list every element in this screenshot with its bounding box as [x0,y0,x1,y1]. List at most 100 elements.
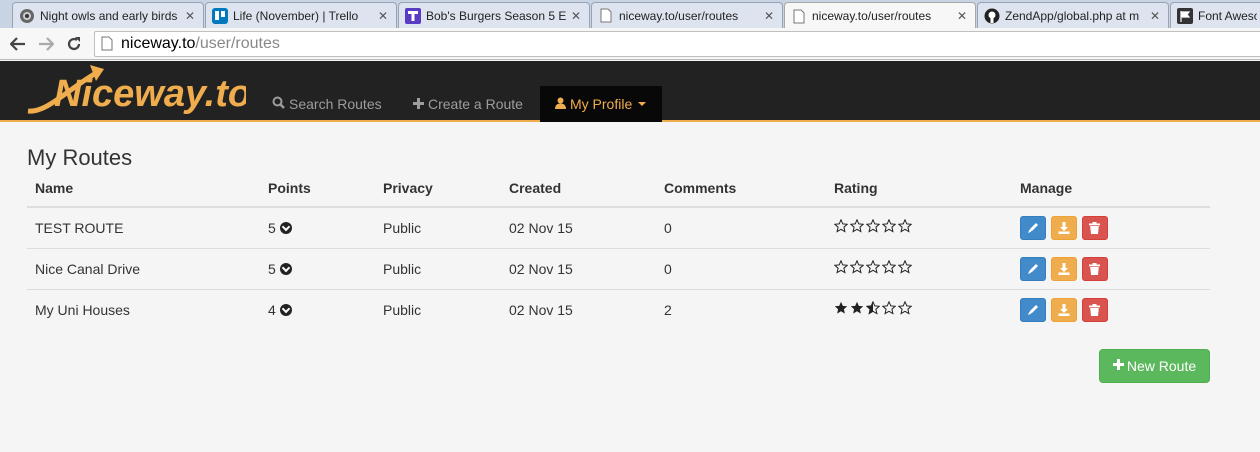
plus-icon [1112,357,1124,375]
column-header: Privacy [375,179,501,208]
pencil-icon [1028,222,1038,233]
close-tab-icon[interactable]: ✕ [185,9,195,23]
star-rating[interactable] [834,219,912,233]
chevron-circle-down-icon[interactable] [279,221,292,234]
route-rating-cell [826,207,1012,249]
user-icon [555,96,566,112]
column-header: Manage [1012,179,1210,208]
back-arrow-icon[interactable] [6,32,30,56]
edit-route-button[interactable] [1020,297,1046,322]
route-name-cell-text: Nice Canal Drive [35,260,141,277]
route-rating-cell [826,289,1012,330]
route-manage-cell [1012,289,1210,330]
close-tab-icon[interactable]: ✕ [571,9,581,23]
route-name-cell-text: TEST ROUTE [35,219,124,236]
column-header: Name [27,179,260,208]
browser-tab[interactable]: Bob's Burgers Season 5 Ep ✕ [398,2,590,28]
column-header: Rating [826,179,1012,208]
url-host: niceway.to [121,35,196,52]
route-privacy-cell-text: Public [383,219,422,236]
nav-create-route[interactable]: Create a Route [398,86,538,122]
route-privacy-cell: Public [375,207,501,249]
star-empty-icon [882,260,896,274]
route-points-cell-text: 5 [268,219,276,236]
route-points-cell-text: 5 [268,260,276,277]
search-icon [272,96,285,112]
caret-down-icon [638,102,647,106]
t-favicon-icon [405,7,421,24]
reload-icon[interactable] [62,32,86,56]
close-tab-icon[interactable]: ✕ [378,9,388,23]
site-logo[interactable]: Niceway.to [26,61,251,122]
star-empty-icon [834,260,848,274]
route-privacy-cell: Public [375,248,501,290]
forward-arrow-icon[interactable] [34,32,58,56]
browser-tab-active[interactable]: niceway.to/user/routes ✕ [784,2,976,28]
nav-my-profile-dropdown[interactable]: My Profile [540,86,662,122]
star-empty-icon [866,219,880,233]
star-empty-icon [866,260,880,274]
trash-icon [1089,262,1101,275]
chevron-circle-down-icon[interactable] [279,262,292,275]
browser-tab-title: Font Awesom [1198,8,1257,23]
route-comments-cell: 2 [656,289,826,330]
table-row: My Uni Houses 4 Public 02 Nov 15 2 [27,289,1210,330]
trello-favicon-icon [212,7,228,24]
star-empty-icon [898,260,912,274]
site-navbar: Niceway.to Search Routes Create a Route … [0,61,1260,122]
close-tab-icon[interactable]: ✕ [1150,9,1160,23]
nav-profile-label: My Profile [570,96,633,112]
address-bar[interactable]: niceway.to/user/routes [94,31,1260,57]
close-tab-icon[interactable]: ✕ [764,9,774,23]
browser-tab-title: Life (November) | Trello [233,8,359,23]
nav-search-routes[interactable]: Search Routes [257,86,397,122]
column-header: Points [260,179,375,208]
star-filled-icon [850,302,864,314]
url-path: /user/routes [195,35,280,52]
table-header-row: Name Points Privacy Created Comments Rat… [27,179,1210,208]
star-rating[interactable] [834,260,912,274]
pencil-icon [1028,263,1038,274]
browser-tab[interactable]: ZendApp/global.php at m ✕ [977,2,1169,28]
main-content: My Routes Name Points Privacy Created Co… [27,122,1210,383]
star-rating[interactable] [834,301,912,315]
nav-create-label: Create a Route [428,96,523,112]
trash-icon [1089,303,1101,316]
column-header: Created [501,179,656,208]
page-icon [101,36,113,51]
route-created-cell: 02 Nov 15 [501,289,656,330]
delete-route-button[interactable] [1081,297,1108,322]
route-points-cell: 5 [260,207,375,249]
download-icon [1058,262,1070,275]
close-tab-icon[interactable]: ✕ [957,9,967,23]
download-route-button[interactable] [1050,256,1077,281]
browser-tab-title: niceway.to/user/routes [619,8,739,23]
edit-route-button[interactable] [1020,256,1046,281]
delete-route-button[interactable] [1081,256,1108,281]
route-created-cell-text: 02 Nov 15 [509,260,573,277]
edit-route-button[interactable] [1020,215,1046,240]
chevron-circle-down-icon[interactable] [279,303,292,316]
new-route-label: New Route [1126,358,1197,374]
new-route-button[interactable]: New Route [1099,349,1210,383]
plus-icon [413,96,424,112]
delete-route-button[interactable] [1081,215,1108,240]
download-route-button[interactable] [1050,215,1077,240]
route-name-cell-text: My Uni Houses [35,301,130,318]
browser-tab[interactable]: Life (November) | Trello ✕ [205,2,397,28]
route-points-cell: 5 [260,248,375,290]
route-points-cell: 4 [260,289,375,330]
trash-icon [1089,221,1101,234]
download-route-button[interactable] [1050,297,1077,322]
star-empty-icon [850,260,864,274]
page-icon [598,8,614,24]
browser-tab[interactable]: Font Awesom [1170,2,1260,28]
browser-tab[interactable]: Night owls and early birds ✕ [12,2,204,28]
route-comments-cell-text: 0 [664,260,672,277]
browser-tab[interactable]: niceway.to/user/routes ✕ [591,2,783,28]
download-icon [1058,221,1070,234]
star-half-icon [866,301,880,315]
route-privacy-cell-text: Public [383,260,422,277]
browser-tab-title: Night owls and early birds [40,8,178,23]
route-created-cell: 02 Nov 15 [501,207,656,249]
